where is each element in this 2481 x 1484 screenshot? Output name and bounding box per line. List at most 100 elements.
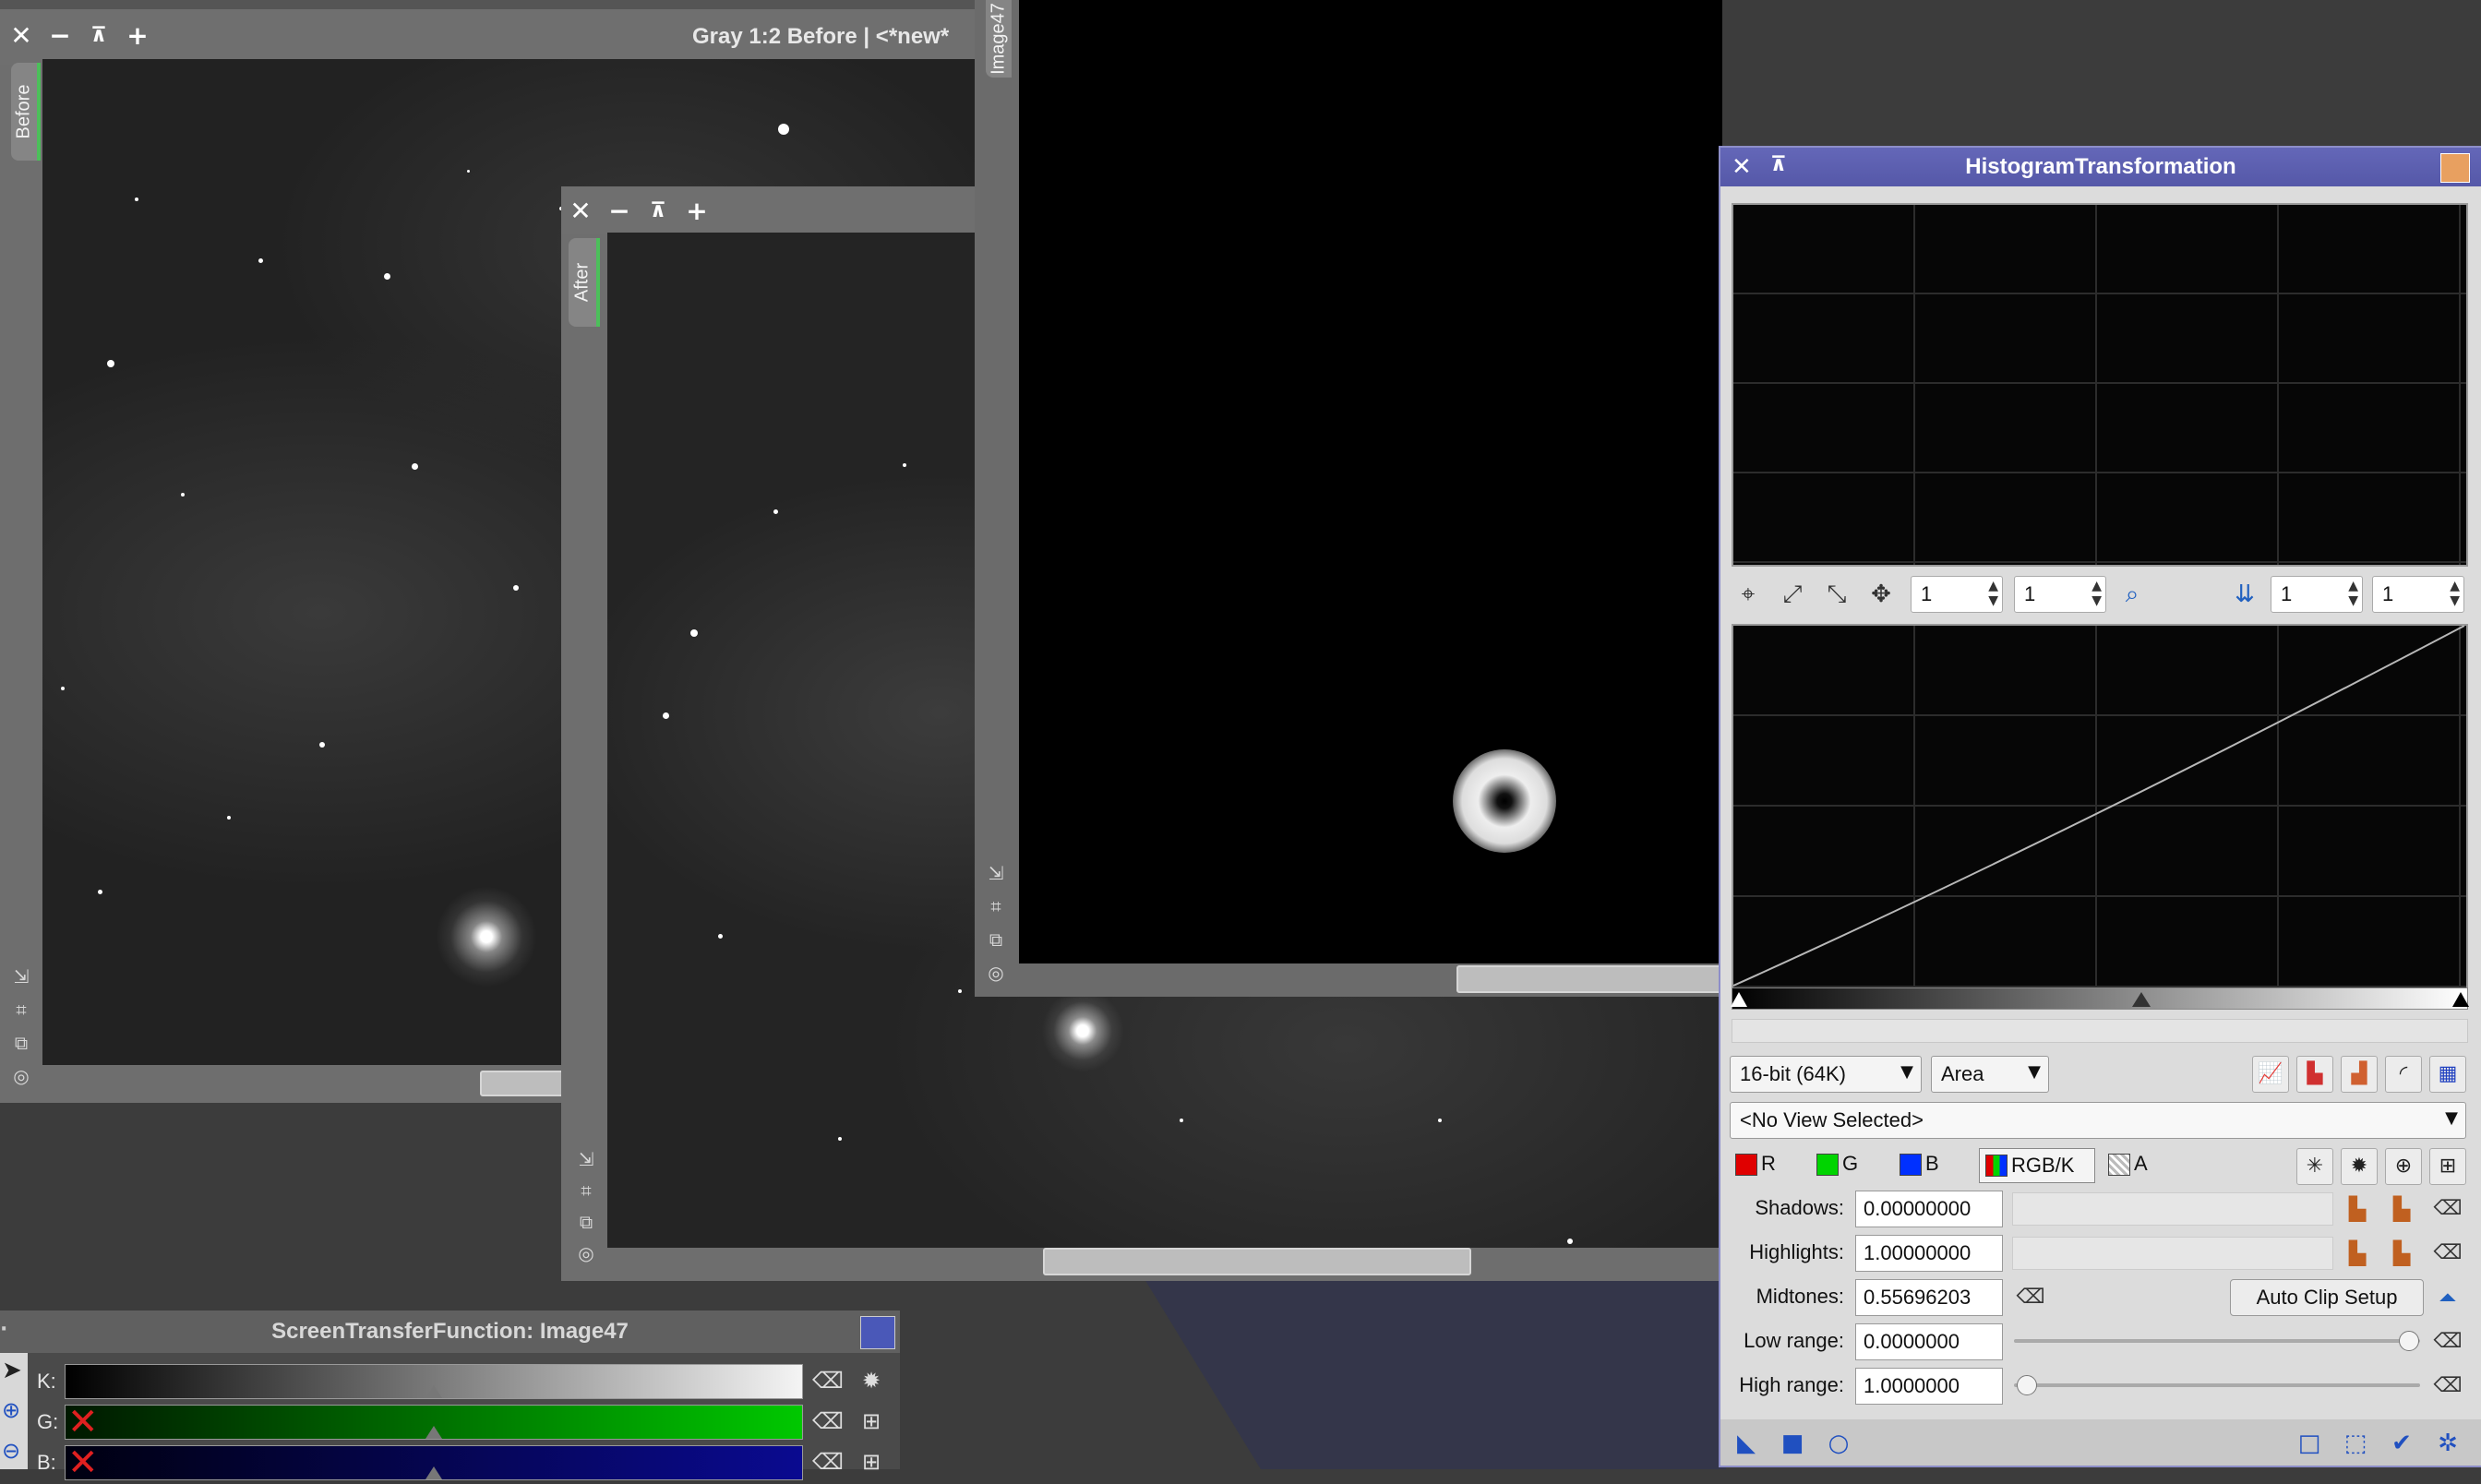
after-image-window[interactable]: ✕ − ⊼ + After ⇲ ⌗ ⧉ ◎ xyxy=(561,186,1722,1281)
stf-titlebar[interactable]: · ScreenTransferFunction: Image47 xyxy=(0,1310,900,1353)
maximize-icon[interactable]: + xyxy=(683,197,711,225)
stf-g-auto-icon[interactable]: ⊞ xyxy=(857,1406,886,1436)
zoom-vertical-spinner[interactable]: 1 ▲ ▼ xyxy=(2014,576,2106,613)
shadows-histogram-icon-2[interactable]: ▙ xyxy=(2385,1192,2418,1226)
shadows-handle[interactable] xyxy=(1731,992,1747,1007)
before-tab[interactable]: Before xyxy=(11,63,41,161)
midtones-reset-icon[interactable]: ⌫ xyxy=(2014,1281,2047,1314)
channel-a-swatch[interactable] xyxy=(2108,1154,2130,1176)
stf-icon[interactable] xyxy=(860,1316,895,1349)
horizontal-scrollbar[interactable] xyxy=(480,1071,567,1096)
rgb-histogram-icon[interactable]: ▟ xyxy=(2341,1056,2378,1093)
midtones-input[interactable]: 0.55696203 xyxy=(1855,1279,2003,1316)
channel-a-label[interactable]: A xyxy=(2134,1152,2148,1176)
fit-view-icon[interactable]: ⇲ xyxy=(575,1148,597,1170)
channel-b-label[interactable]: B xyxy=(1925,1152,1939,1176)
color-histogram-icon[interactable]: ▙ xyxy=(2296,1056,2333,1093)
channel-r-label[interactable]: R xyxy=(1761,1152,1776,1176)
input-zoom-horizontal-spinner[interactable]: 1 ▲ ▼ xyxy=(2271,576,2363,613)
input-histogram-plot[interactable] xyxy=(1732,624,2468,989)
reset-icon[interactable]: ✲ xyxy=(2431,1427,2464,1460)
clone-icon[interactable]: ⧉ xyxy=(575,1211,597,1233)
midtones-gradient-slider[interactable] xyxy=(1731,987,2469,1010)
stf-g-gradient[interactable]: ✕ xyxy=(65,1404,803,1441)
low-range-reset-icon[interactable]: ⌫ xyxy=(2431,1325,2464,1358)
after-tab[interactable]: After xyxy=(569,238,600,327)
shadows-histogram-icon[interactable]: ▙ xyxy=(2341,1192,2374,1226)
screen-transfer-function-panel[interactable]: · ScreenTransferFunction: Image47 ➤ ⊕ ⊖ … xyxy=(0,1310,900,1481)
highlights-input[interactable]: 1.00000000 xyxy=(1855,1235,2003,1272)
contract-icon[interactable]: ⤡ xyxy=(1820,578,1853,611)
low-range-input[interactable]: 0.0000000 xyxy=(1855,1323,2003,1360)
highlights-reset-icon[interactable]: ⌫ xyxy=(2431,1237,2464,1270)
shade-icon[interactable]: ⊼ xyxy=(644,197,672,225)
stf-row-k[interactable]: K: ⌫ ✹ xyxy=(0,1360,900,1401)
clone-icon[interactable]: ⧉ xyxy=(10,1032,32,1054)
image47-tab[interactable]: Image47 xyxy=(986,0,1012,78)
minimize-icon[interactable]: − xyxy=(46,22,74,50)
highlights-histogram-icon[interactable]: ▙ xyxy=(2341,1237,2374,1270)
before-titlebar[interactable]: ✕ − ⊼ + Gray 1:2 Before | <*new* xyxy=(0,9,978,65)
target-icon[interactable]: ◎ xyxy=(575,1242,597,1264)
magnifier-icon[interactable]: ⌕ xyxy=(2115,578,2149,611)
log-histogram-icon[interactable]: 📈 xyxy=(2252,1056,2289,1093)
pan-icon[interactable]: ✥ xyxy=(1864,578,1898,611)
histogram-titlebar[interactable]: ✕ ⊼ HistogramTransformation xyxy=(1720,148,2481,186)
histogram-transformation-panel[interactable]: ✕ ⊼ HistogramTransformation ⌖ ⤢ ⤡ ✥ 1 ▲ ▼ … xyxy=(1719,146,2481,1467)
channel-g-label[interactable]: G xyxy=(1842,1152,1858,1176)
crop-icon[interactable]: ⌗ xyxy=(10,999,32,1021)
resolution-select[interactable]: 16-bit (64K) ▼ xyxy=(1730,1056,1922,1093)
real-time-preview-icon[interactable]: ○ xyxy=(1822,1427,1855,1460)
reset-shadows-icon[interactable]: ⊕ xyxy=(2385,1148,2422,1185)
auto-clip-icon[interactable]: ✳ xyxy=(2296,1148,2333,1185)
close-icon[interactable]: ✕ xyxy=(7,22,35,50)
channel-g-swatch[interactable] xyxy=(1816,1154,1839,1176)
horizontal-scrollbar[interactable] xyxy=(1043,1248,1471,1275)
stf-k-auto-icon[interactable]: ✹ xyxy=(857,1366,886,1395)
high-range-slider-handle[interactable] xyxy=(2017,1375,2038,1395)
stf-k-reset-icon[interactable]: ⌫ xyxy=(812,1366,844,1395)
chevron-down-icon[interactable]: ⇊ xyxy=(2228,578,2261,611)
zoom-crosshair-icon[interactable]: ⌖ xyxy=(1732,578,1765,611)
close-icon[interactable]: ✕ xyxy=(567,197,594,225)
stf-g-reset-icon[interactable]: ⌫ xyxy=(812,1406,844,1436)
histogram-icon[interactable] xyxy=(2440,153,2470,183)
target-icon[interactable]: ◎ xyxy=(10,1065,32,1087)
shade-icon[interactable]: ⊼ xyxy=(85,22,113,50)
crop-icon[interactable]: ⌗ xyxy=(575,1179,597,1202)
stf-row-g[interactable]: G: ✕ ⌫ ⊞ xyxy=(0,1401,900,1442)
grid-icon[interactable]: ▦ xyxy=(2429,1056,2466,1093)
auto-clip-setup-button[interactable]: Auto Clip Setup xyxy=(2230,1279,2424,1316)
channel-b-swatch[interactable] xyxy=(1900,1154,1922,1176)
shadows-reset-icon[interactable]: ⌫ xyxy=(2431,1192,2464,1226)
stf-row-b[interactable]: B: ✕ ⌫ ⊞ xyxy=(0,1442,900,1482)
graph-style-select[interactable]: Area ▼ xyxy=(1931,1056,2049,1093)
stf-b-reset-icon[interactable]: ⌫ xyxy=(812,1447,844,1477)
highlights-histogram-icon-2[interactable]: ▙ xyxy=(2385,1237,2418,1270)
fit-view-icon[interactable]: ⇲ xyxy=(10,965,32,987)
output-histogram-plot[interactable] xyxy=(1732,203,2468,567)
highlights-handle[interactable] xyxy=(2452,992,2469,1007)
apply-global-icon[interactable]: ■ xyxy=(1776,1427,1809,1460)
channel-rgbk-button[interactable]: RGB/K xyxy=(1979,1148,2095,1183)
track-view-icon[interactable]: ⬚ xyxy=(2339,1427,2372,1460)
high-range-slider-track[interactable] xyxy=(2014,1375,2420,1395)
expand-icon[interactable]: ⤢ xyxy=(1776,578,1809,611)
new-instance-icon[interactable]: ◣ xyxy=(1730,1427,1763,1460)
after-titlebar[interactable]: ✕ − ⊼ + xyxy=(561,186,1722,234)
input-zoom-vertical-spinner[interactable]: 1 ▲ ▼ xyxy=(2372,576,2464,613)
browse-documentation-icon[interactable]: □ xyxy=(2293,1427,2326,1460)
auto-zero-icon[interactable]: ✹ xyxy=(2341,1148,2378,1185)
low-range-slider-track[interactable] xyxy=(2014,1331,2420,1351)
stf-k-gradient[interactable] xyxy=(65,1364,803,1399)
low-range-slider-handle[interactable] xyxy=(2398,1331,2419,1351)
view-selector[interactable]: <No View Selected> ▼ xyxy=(1730,1102,2466,1139)
high-range-input[interactable]: 1.0000000 xyxy=(1855,1368,2003,1405)
stf-b-auto-icon[interactable]: ⊞ xyxy=(857,1447,886,1477)
curve-icon[interactable]: ◜ xyxy=(2385,1056,2422,1093)
minimize-icon[interactable]: − xyxy=(605,197,633,225)
shadows-input[interactable]: 0.00000000 xyxy=(1855,1191,2003,1227)
midtones-handle[interactable] xyxy=(2132,992,2151,1007)
channel-r-swatch[interactable] xyxy=(1735,1154,1757,1176)
stf-b-gradient[interactable]: ✕ xyxy=(65,1444,803,1481)
